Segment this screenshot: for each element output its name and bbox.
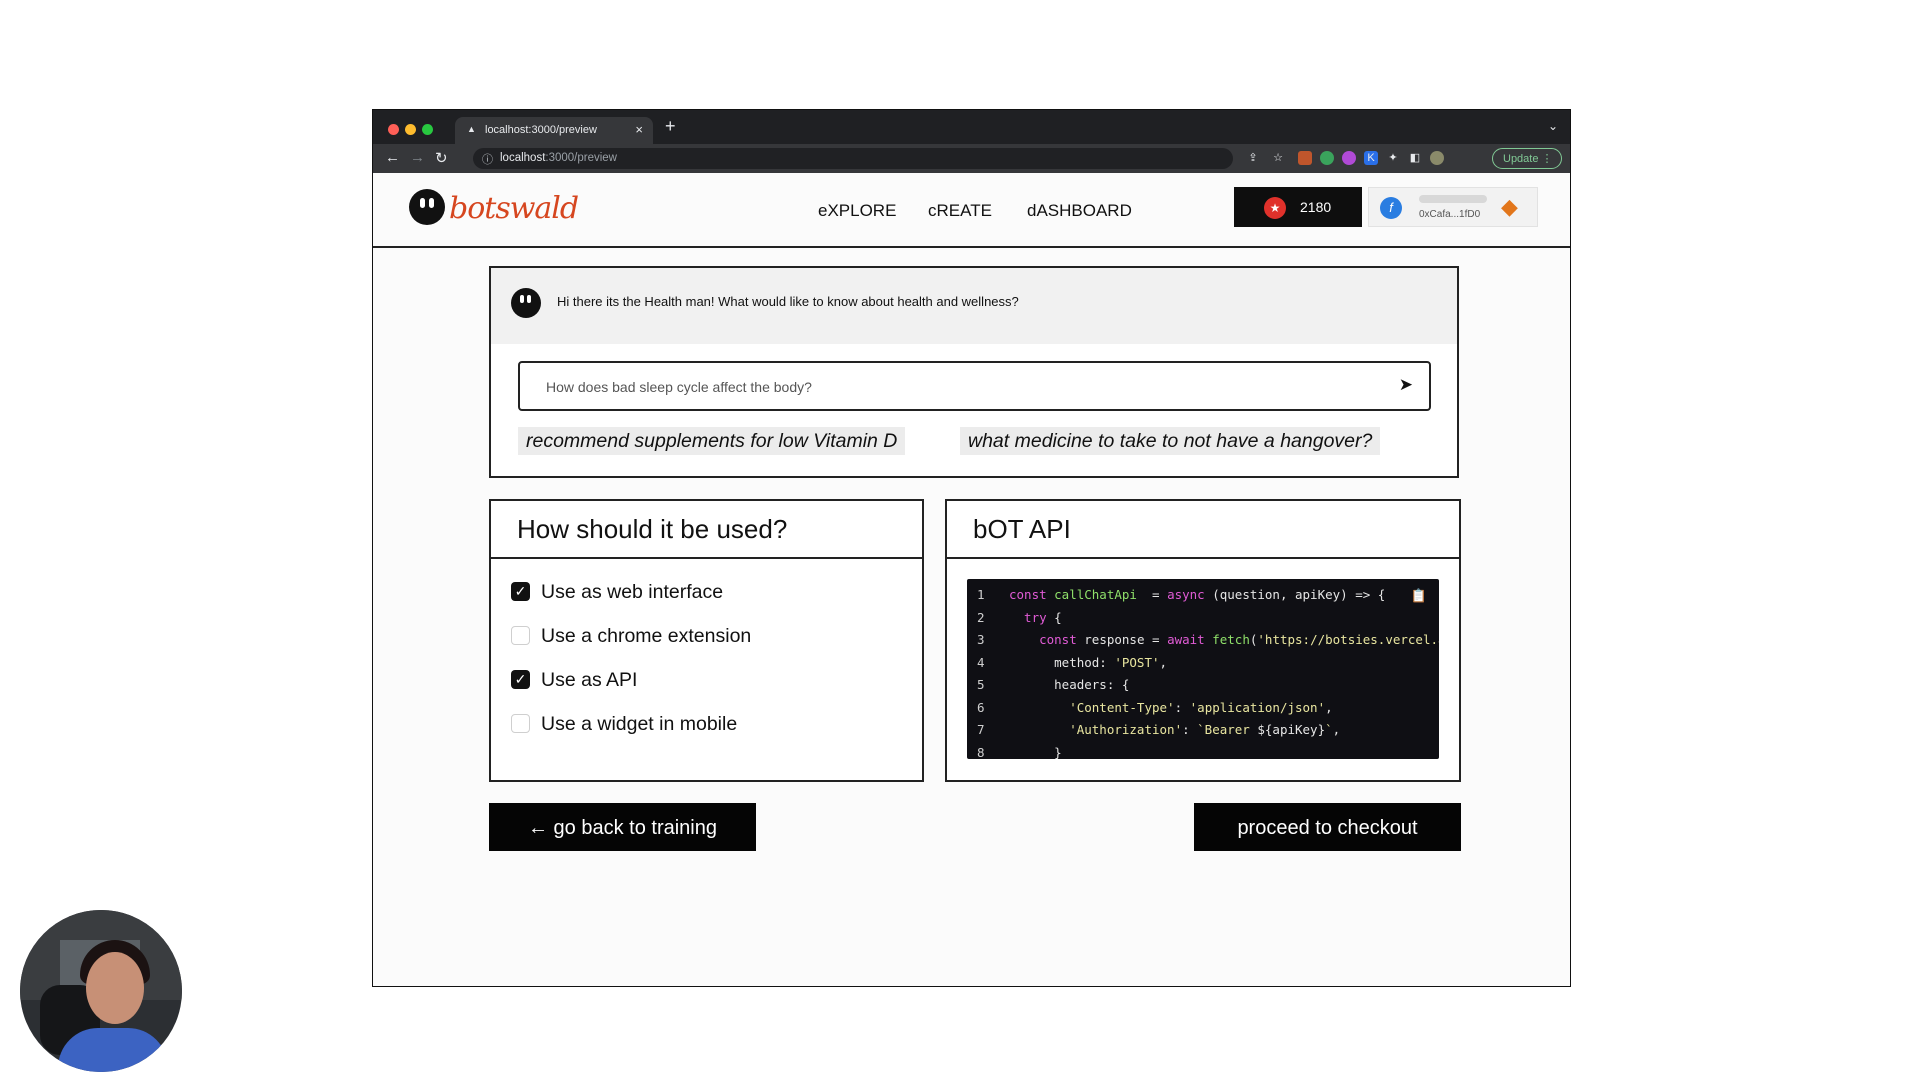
points-value: 2180 [1300, 199, 1332, 215]
favicon-icon: ▲ [467, 124, 476, 134]
code-text: 'Content-Type': 'application/json', [1009, 699, 1333, 715]
line-number: 3 [977, 632, 985, 647]
chain-icon: f [1380, 197, 1402, 219]
code-text: const callChatApi = async (question, api… [1009, 587, 1386, 602]
code-text: try { [1009, 609, 1062, 625]
bot-message-row: Hi there its the Health man! What would … [491, 268, 1457, 344]
chat-preview: Hi there its the Health man! What would … [489, 266, 1459, 478]
nav-dashboard[interactable]: dASHBOARD [1027, 201, 1132, 221]
line-number: 8 [977, 744, 985, 760]
back-to-training-button[interactable]: ← go back to training [489, 803, 756, 851]
checkbox-checked[interactable]: ✓ [511, 582, 530, 601]
forward-icon[interactable]: → [410, 149, 425, 166]
line-number: 6 [977, 699, 985, 715]
clipboard-icon[interactable]: 📋 [1411, 589, 1427, 604]
tab-title: localhost:3000/preview [485, 124, 597, 136]
reload-icon[interactable]: ↻ [435, 149, 448, 167]
tab-search-icon[interactable]: ⌄ [1548, 119, 1558, 133]
extension-icon[interactable] [1298, 151, 1312, 165]
option-label: Use a widget in mobile [541, 713, 738, 735]
extension-icon[interactable] [1342, 151, 1356, 165]
extension-icon[interactable] [1320, 151, 1334, 165]
question-input[interactable] [544, 375, 1368, 399]
toolbar: ← → ↻ ⓘ localhost:3000/preview ⇪ ☆ K ✦ ◧… [373, 144, 1570, 173]
code-block[interactable]: 📋 1 const callChatApi = async (question, … [967, 579, 1439, 759]
nav-create[interactable]: cREATE [928, 201, 992, 221]
wallet-name-placeholder [1419, 195, 1487, 203]
bookmark-star-icon[interactable]: ☆ [1271, 151, 1285, 165]
maximize-window-button[interactable] [422, 124, 433, 135]
puzzle-icon[interactable]: ✦ [1386, 151, 1400, 165]
update-button[interactable]: Update ⋮ [1492, 148, 1562, 169]
address-bar[interactable]: ⓘ localhost:3000/preview [473, 148, 1233, 169]
bot-avatar [511, 288, 541, 318]
checkbox-unchecked[interactable] [511, 626, 530, 645]
option-label: Use as web interface [541, 581, 724, 603]
usage-card-title: How should it be used? [517, 514, 788, 544]
wallet-connect[interactable]: f 0xCafa...1fD0 ◆ [1368, 187, 1538, 227]
suggestion-chip[interactable]: recommend supplements for low Vitamin D [518, 427, 906, 455]
webcam-overlay [20, 910, 182, 1072]
bot-message: Hi there its the Health man! What would … [557, 294, 1019, 309]
suggestion-chip[interactable]: what medicine to take to not have a hang… [960, 427, 1381, 455]
line-number: 5 [977, 677, 985, 692]
share-icon[interactable]: ⇪ [1246, 151, 1260, 165]
usage-card-header: How should it be used? [491, 501, 922, 559]
code-text: } [1009, 744, 1062, 760]
minimize-window-button[interactable] [405, 124, 416, 135]
code-text: method: 'POST', [1009, 654, 1168, 670]
close-window-button[interactable] [388, 124, 399, 135]
browser-window: ▲ localhost:3000/preview × + ⌄ ← → ↻ ⓘ l… [372, 109, 1571, 987]
line-number: 1 [977, 587, 985, 602]
code-text: 'Authorization': `Bearer ${apiKey}`, [1009, 722, 1341, 737]
proceed-to-checkout-button[interactable]: proceed to checkout [1194, 803, 1461, 851]
points-coin-icon: ★ [1264, 197, 1286, 219]
browser-tab[interactable]: ▲ localhost:3000/preview × [455, 117, 653, 144]
line-number: 7 [977, 722, 985, 737]
logo-text: botswald [449, 191, 579, 226]
new-tab-button[interactable]: + [665, 116, 676, 137]
extension-icon[interactable]: K [1364, 151, 1378, 165]
api-card-header: bOT API [947, 501, 1459, 559]
line-number: 2 [977, 609, 985, 625]
code-text: const response = await fetch('https://bo… [1009, 632, 1439, 647]
checkbox-checked[interactable]: ✓ [511, 670, 530, 689]
usage-card: How should it be used? ✓ Use as web inte… [489, 499, 924, 782]
question-box: ➤ [518, 361, 1431, 411]
site-header: botswald eXPLORE cREATE dASHBOARD ★ 2180… [373, 173, 1570, 248]
site-info-icon[interactable]: ⓘ [482, 151, 493, 167]
back-icon[interactable]: ← [385, 149, 400, 166]
nav-explore[interactable]: eXPLORE [818, 201, 896, 221]
code-text: headers: { [1009, 677, 1130, 692]
profile-avatar[interactable] [1430, 151, 1444, 165]
metamask-fox-icon: ◆ [1501, 194, 1518, 219]
option-label: Use as API [541, 669, 638, 691]
tab-bar: ▲ localhost:3000/preview × + ⌄ [373, 110, 1570, 144]
paper-plane-icon[interactable]: ➤ [1399, 375, 1413, 395]
page-viewport: botswald eXPLORE cREATE dASHBOARD ★ 2180… [373, 173, 1570, 986]
wallet-address: 0xCafa...1fD0 [1419, 209, 1481, 220]
checkbox-unchecked[interactable] [511, 714, 530, 733]
logo-mascot-icon [409, 189, 445, 225]
points-balance[interactable]: ★ 2180 [1234, 187, 1362, 227]
url-text: localhost:3000/preview [500, 152, 617, 164]
api-card: bOT API 📋 1 const callChatApi = async (qu… [945, 499, 1461, 782]
api-card-title: bOT API [973, 514, 1071, 544]
option-label: Use a chrome extension [541, 625, 752, 647]
side-panel-icon[interactable]: ◧ [1408, 151, 1422, 165]
line-number: 4 [977, 654, 985, 670]
close-tab-icon[interactable]: × [635, 122, 643, 137]
